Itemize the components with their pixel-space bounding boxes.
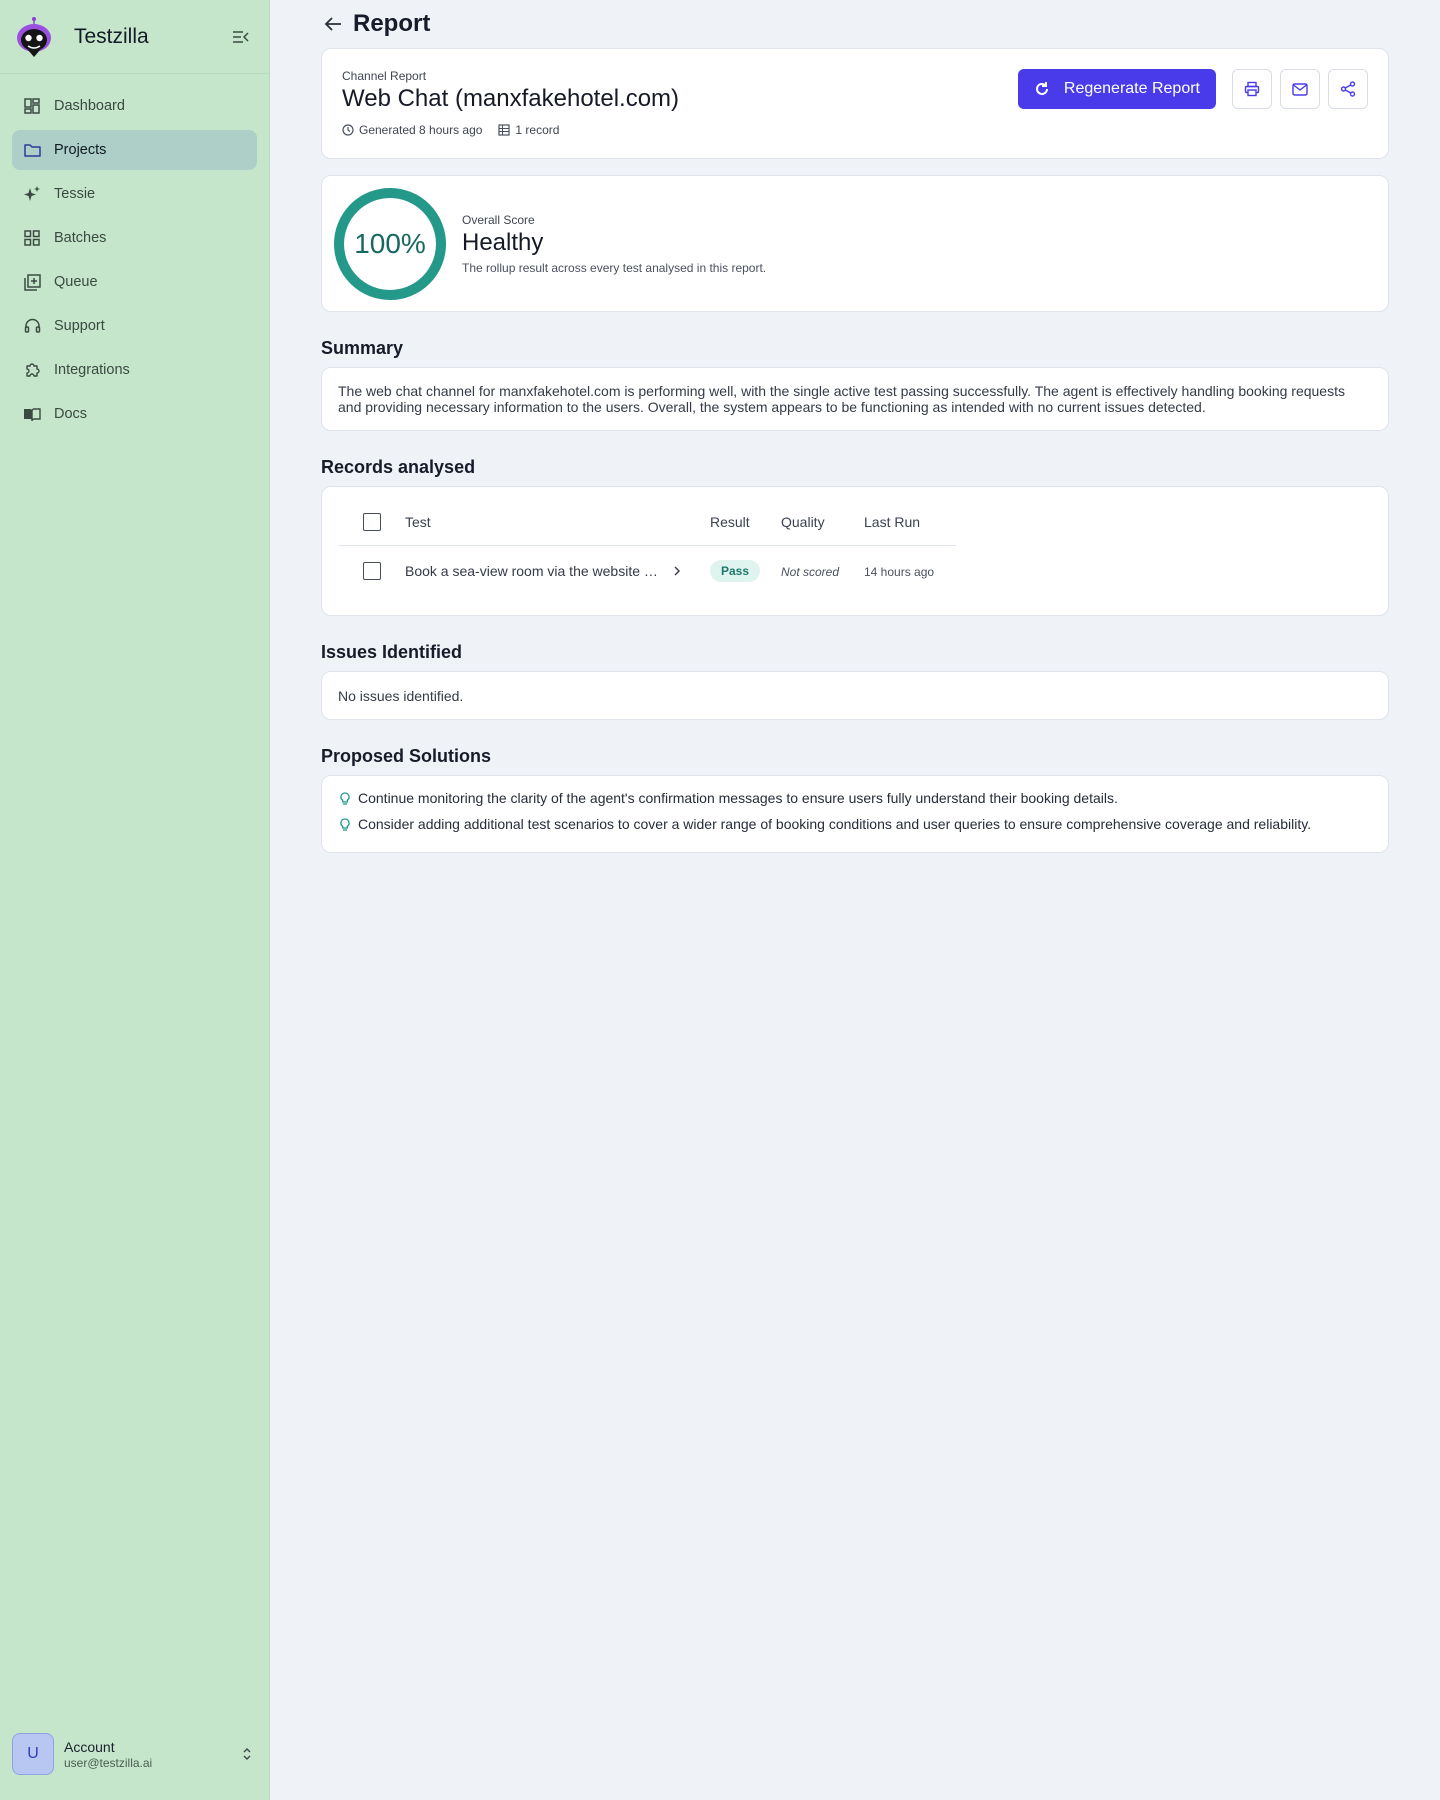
summary-card: The web chat channel for manxfakehotel.c… xyxy=(321,367,1389,431)
test-name: Book a sea-view room via the website web… xyxy=(405,563,663,579)
report-actions: Regenerate Report xyxy=(1017,69,1368,109)
testzilla-logo[interactable] xyxy=(14,16,54,58)
sidebar-item-queue[interactable]: Queue xyxy=(12,262,257,302)
chevron-right-icon xyxy=(674,566,680,576)
status-badge: Pass xyxy=(710,560,761,582)
sidebar-item-label: Projects xyxy=(54,142,107,158)
puzzle-icon xyxy=(22,360,42,380)
queue-icon xyxy=(22,272,42,292)
sidebar-item-docs[interactable]: Docs xyxy=(12,394,257,434)
collapse-sidebar-button[interactable] xyxy=(227,23,255,51)
lightbulb-icon xyxy=(340,818,350,831)
last-run-value: 14 hours ago xyxy=(864,565,935,579)
regenerate-label: Regenerate Report xyxy=(1063,80,1200,97)
column-header-result[interactable]: Result xyxy=(710,514,781,530)
sidebar-item-label: Dashboard xyxy=(54,98,125,114)
score-text: Overall Score Healthy The rollup result … xyxy=(462,213,766,275)
printer-icon xyxy=(1244,81,1260,97)
sidebar-item-label: Support xyxy=(54,318,105,334)
table-row: Book a sea-view room via the website web… xyxy=(338,546,956,596)
account-text: Account user@testzilla.ai xyxy=(64,1739,237,1770)
regenerate-report-button[interactable]: Regenerate Report xyxy=(1017,69,1216,109)
page-header: Report xyxy=(321,0,1389,48)
share-button[interactable] xyxy=(1328,69,1368,109)
sparkles-icon xyxy=(22,184,42,204)
sidebar-item-label: Docs xyxy=(54,406,88,422)
sidebar-item-dashboard[interactable]: Dashboard xyxy=(12,86,257,126)
column-header-test[interactable]: Test xyxy=(405,514,710,530)
mail-icon xyxy=(1292,82,1308,96)
collapse-icon xyxy=(233,30,249,43)
solution-text: Continue monitoring the clarity of the a… xyxy=(358,790,1118,806)
solution-item: Consider adding additional test scenario… xyxy=(340,816,1368,832)
sidebar: Testzilla Dashboard Projects Tessie Batc… xyxy=(0,0,270,1800)
records-count: 1 record xyxy=(515,123,560,137)
share-icon xyxy=(1340,81,1356,97)
score-status: Healthy xyxy=(462,228,544,256)
print-button[interactable] xyxy=(1232,69,1272,109)
main-content: Report Channel Report Web Chat (manxfake… xyxy=(321,0,1389,853)
lightbulb-icon xyxy=(340,792,350,805)
back-button[interactable] xyxy=(321,12,345,36)
report-meta: Generated 8 hours ago 1 record xyxy=(342,123,1368,137)
column-header-last-run[interactable]: Last Run xyxy=(864,514,956,530)
folder-icon xyxy=(22,140,42,160)
issues-card: No issues identified. xyxy=(321,671,1389,720)
dashboard-icon xyxy=(22,96,42,116)
issues-text: No issues identified. xyxy=(338,687,464,704)
score-label: Overall Score xyxy=(462,212,535,227)
row-checkbox[interactable] xyxy=(362,562,381,580)
table-header: Test Result Quality Last Run xyxy=(338,499,956,546)
report-header-card: Channel Report Web Chat (manxfakehotel.c… xyxy=(321,48,1389,159)
brand-header: Testzilla xyxy=(0,0,269,74)
sidebar-item-integrations[interactable]: Integrations xyxy=(12,350,257,390)
table-icon xyxy=(498,124,511,136)
email-button[interactable] xyxy=(1280,69,1320,109)
score-value: 100% xyxy=(354,227,426,259)
records-card: Test Result Quality Last Run Book a sea-… xyxy=(321,486,1389,616)
solution-item: Continue monitoring the clarity of the a… xyxy=(340,790,1368,806)
records-title: Records analysed xyxy=(321,457,476,477)
score-gauge: 100% xyxy=(333,187,447,301)
overall-score-card: 100% Overall Score Healthy The rollup re… xyxy=(321,175,1389,312)
sidebar-item-tessie[interactable]: Tessie xyxy=(12,174,257,214)
clock-icon xyxy=(342,124,354,136)
solution-text: Consider adding additional test scenario… xyxy=(358,816,1312,832)
page-title: Report xyxy=(353,10,431,37)
account-name: Account xyxy=(64,1738,115,1755)
sidebar-item-batches[interactable]: Batches xyxy=(12,218,257,258)
records-table: Test Result Quality Last Run Book a sea-… xyxy=(338,499,956,596)
issues-title: Issues Identified xyxy=(321,642,463,662)
book-icon xyxy=(22,404,42,424)
app-name: Testzilla xyxy=(74,24,149,48)
account-email: user@testzilla.ai xyxy=(64,1755,153,1770)
test-link[interactable]: Book a sea-view room via the website web… xyxy=(405,563,681,579)
headset-icon xyxy=(22,316,42,336)
summary-title: Summary xyxy=(321,338,404,358)
grid-icon xyxy=(22,228,42,248)
refresh-icon xyxy=(1035,82,1048,95)
chevron-up-down-icon xyxy=(237,1747,257,1761)
column-header-quality[interactable]: Quality xyxy=(781,514,864,530)
sidebar-item-support[interactable]: Support xyxy=(12,306,257,346)
generated-text: Generated 8 hours ago xyxy=(359,123,483,137)
sidebar-item-label: Batches xyxy=(54,230,107,246)
avatar: U xyxy=(12,1733,54,1775)
summary-text: The web chat channel for manxfakehotel.c… xyxy=(338,383,1345,415)
records-meta: 1 record xyxy=(498,123,559,137)
solutions-title: Proposed Solutions xyxy=(321,746,492,766)
arrow-left-icon xyxy=(324,17,341,31)
sidebar-item-label: Queue xyxy=(54,274,98,290)
sidebar-item-projects[interactable]: Projects xyxy=(12,130,257,170)
score-description: The rollup result across every test anal… xyxy=(462,260,767,275)
select-all-checkbox[interactable] xyxy=(362,513,381,531)
account-menu[interactable]: U Account user@testzilla.ai xyxy=(12,1732,257,1776)
generated-meta: Generated 8 hours ago xyxy=(342,123,482,137)
sidebar-item-label: Tessie xyxy=(54,186,96,202)
sidebar-nav: Dashboard Projects Tessie Batches Queue xyxy=(0,74,269,450)
sidebar-item-label: Integrations xyxy=(54,362,130,378)
quality-value: Not scored xyxy=(781,565,840,579)
solutions-card: Continue monitoring the clarity of the a… xyxy=(321,775,1389,853)
